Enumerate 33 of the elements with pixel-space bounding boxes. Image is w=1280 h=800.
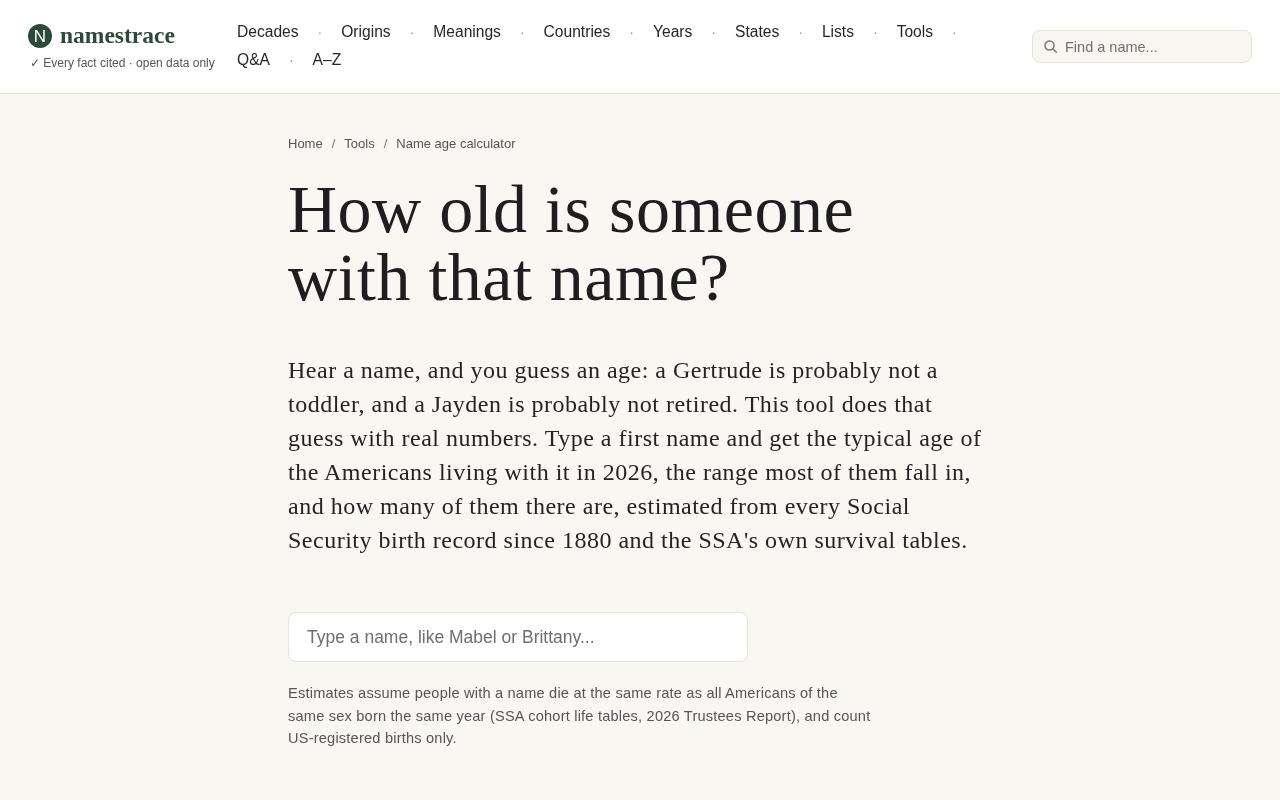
search-icon (1044, 40, 1057, 53)
site-logo[interactable]: namestrace (60, 24, 175, 48)
nav-separator: · (872, 23, 878, 42)
nav-separator: · (952, 23, 957, 42)
nav-separator: · (711, 23, 716, 42)
nav-link[interactable]: Countries (543, 21, 611, 43)
breadcrumb-current: Name age calculator (396, 136, 516, 151)
nav-separator: · (317, 23, 323, 42)
nav-separator: · (519, 23, 525, 42)
site-tagline: ✓ Every fact cited · open data only (30, 56, 216, 70)
nav-link[interactable]: Decades (237, 21, 299, 43)
page-title: How old is someone with that name? (288, 175, 856, 311)
breadcrumb-separator: / (331, 136, 336, 151)
breadcrumb-separator: / (383, 136, 388, 151)
nav-separator: · (798, 23, 803, 42)
nav-link[interactable]: Tools (896, 21, 934, 43)
nav-separator: · (409, 23, 415, 42)
nav-link[interactable]: A–Z (312, 49, 342, 71)
logo-mark[interactable]: N (28, 24, 52, 48)
methodology-note: Estimates assume people with a name die at the same rate as all Americans of the same sex born the same year (SSA cohort life tables, 2026 Trustees Report), and count US-registered births only. (288, 684, 872, 748)
nav-link[interactable]: Lists (821, 21, 854, 43)
name-input-field[interactable]: Type a name, like Mabel or Brittany... (288, 612, 748, 662)
nav-separator: · (629, 23, 634, 42)
search-field[interactable]: Find a name... (1032, 30, 1252, 63)
nav-separator: · (288, 51, 294, 70)
nav-link[interactable]: Origins (341, 21, 391, 43)
breadcrumb-link[interactable]: Home (288, 136, 323, 151)
nav-link[interactable]: Years (653, 21, 693, 43)
intro-paragraph: Hear a name, and you guess an age: a Gertrude is probably not a toddler, and a Jayden is probably not retired. This tool does that guess with real numbers. Type a first name and get the typical age of the Americans living with it in 2026, the range most of them fall in, and how many of them there are, estimated from every Social Security birth record since 1880 and the SSA's own survival tables. (288, 356, 983, 555)
nav-link[interactable]: States (735, 21, 780, 43)
nav-link[interactable]: Meanings (433, 21, 501, 43)
breadcrumb-link[interactable]: Tools (344, 136, 375, 151)
nav-link[interactable]: Q&A (237, 49, 270, 71)
